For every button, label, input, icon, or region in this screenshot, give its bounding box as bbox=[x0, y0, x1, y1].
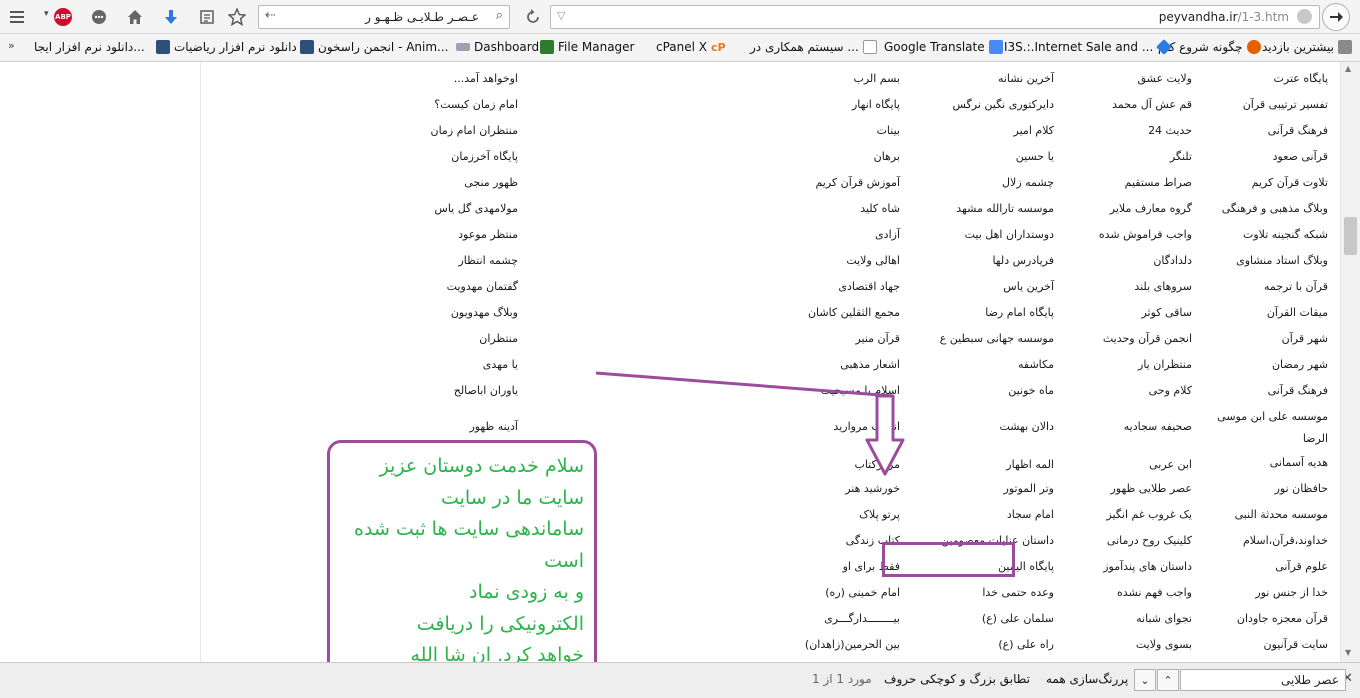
find-previous-button[interactable]: ⌃ bbox=[1157, 669, 1179, 691]
bookmark-label: دانلود نرم افزار ریاضیات bbox=[174, 40, 297, 54]
site-identity-icon[interactable] bbox=[1297, 9, 1312, 24]
file-manager-icon bbox=[540, 40, 554, 54]
bookmark-label: انجمن راسخون - Anim... bbox=[318, 40, 449, 54]
bookmark-label: دانلود نرم افزار ایجا... bbox=[34, 40, 145, 54]
search-value: عـصـر طـلایـی ظـهـو ر bbox=[365, 10, 479, 24]
bookmark-label: بیشترین بازدید bbox=[1262, 40, 1334, 54]
reload-icon bbox=[527, 9, 539, 23]
page-icon bbox=[862, 40, 877, 54]
reading-list-button[interactable] bbox=[196, 6, 218, 28]
bookmark-label: Dashboard bbox=[474, 40, 540, 54]
chat-button[interactable] bbox=[88, 6, 110, 28]
find-bar: ✕ عصر طلایی ⌃ ⌄ پررنگ‌سازی همه تطابق بزر… bbox=[0, 662, 1360, 698]
bookmark-label: I3S.:.Internet Sale and ... bbox=[1004, 40, 1154, 54]
rasekhoon-icon bbox=[300, 40, 314, 54]
page-scrollbar[interactable]: ▲ ▼ bbox=[1340, 62, 1360, 662]
folder-icon bbox=[1337, 40, 1352, 54]
search-clear-icon[interactable]: ⇠ bbox=[265, 8, 276, 23]
page-content: پایگاه عترت تفسیر ترتیبی قرآن فرهنگ قرآنی ق… bbox=[0, 62, 1340, 662]
bookmark-label: File Manager bbox=[558, 40, 635, 54]
search-bar[interactable]: ⇠ عـصـر طـلایـی ظـهـو ر ⌕ bbox=[258, 5, 510, 29]
find-status: مورد 1 از 1 bbox=[812, 672, 872, 686]
highlight-all-checkbox[interactable]: پررنگ‌سازی همه bbox=[1046, 672, 1128, 686]
match-case-checkbox[interactable]: تطابق بزرگ و کوچکی حروف bbox=[884, 672, 1030, 686]
reload-button[interactable] bbox=[522, 6, 544, 28]
bookmark-label: cPanel X bbox=[656, 40, 708, 54]
download-icon bbox=[165, 10, 177, 24]
home-icon bbox=[128, 10, 142, 24]
find-next-button[interactable]: ⌄ bbox=[1134, 669, 1156, 691]
url-text: peyvandha.ir/1-3.htm bbox=[1159, 10, 1289, 24]
cpanel-icon: cP bbox=[711, 40, 726, 54]
bookmark-item[interactable]: File Manager bbox=[540, 40, 635, 54]
chevron-up-icon: ⌃ bbox=[1163, 673, 1173, 687]
forward-button[interactable] bbox=[1322, 3, 1350, 31]
home-button[interactable] bbox=[124, 6, 146, 28]
bookmark-label: Google Translate bbox=[884, 40, 985, 54]
bookmark-item[interactable]: I3S.:.Internet Sale and ... bbox=[1004, 39, 1173, 55]
scroll-thumb[interactable] bbox=[1344, 217, 1357, 255]
firefox-icon bbox=[1246, 40, 1261, 54]
find-input[interactable]: عصر طلایی bbox=[1180, 669, 1346, 691]
browser-toolbar: ▾ ABP ⇠ عـصـر طـلایـی ظـهـو ر ⌕ ▽ peyvan… bbox=[0, 0, 1360, 34]
url-history-dropdown-icon[interactable]: ▽ bbox=[557, 9, 565, 22]
star-icon bbox=[228, 8, 246, 26]
bookmark-star-button[interactable] bbox=[226, 6, 248, 28]
bookmarks-overflow-icon[interactable]: » bbox=[8, 39, 15, 52]
url-path: /1-3.htm bbox=[1237, 10, 1289, 24]
search-icon[interactable]: ⌕ bbox=[496, 8, 503, 23]
bookmark-item[interactable]: انجمن راسخون - Anim... bbox=[300, 40, 449, 54]
reading-list-icon bbox=[200, 10, 214, 24]
bookmark-item[interactable]: cPanel X cP bbox=[656, 40, 726, 54]
url-domain: peyvandha.ir bbox=[1158, 10, 1238, 24]
bookmark-item[interactable]: سیستم همکاری در ... bbox=[750, 40, 877, 54]
dashboard-icon bbox=[456, 43, 470, 51]
bookmark-item[interactable]: Google Translate bbox=[884, 40, 1003, 54]
scroll-down-icon[interactable]: ▼ bbox=[1345, 648, 1351, 657]
bookmark-item[interactable]: بیشترین بازدید bbox=[1262, 40, 1352, 54]
adblock-plus-button[interactable]: ABP bbox=[54, 8, 72, 26]
forward-arrow-icon bbox=[1330, 12, 1343, 22]
bookmark-item[interactable]: دانلود نرم افزار ایجا... bbox=[34, 40, 145, 54]
hamburger-icon bbox=[10, 11, 24, 23]
bookmark-item[interactable]: چگونه شروع کنم bbox=[1158, 40, 1261, 54]
chevron-down-icon: ⌄ bbox=[1140, 673, 1150, 687]
hamburger-menu-button[interactable] bbox=[6, 6, 28, 28]
bookmark-label: سیستم همکاری در ... bbox=[750, 40, 859, 54]
bookmarks-toolbar: » بیشترین بازدید چگونه شروع کنم I3S.:.In… bbox=[0, 34, 1360, 62]
url-bar[interactable]: ▽ peyvandha.ir/1-3.htm bbox=[550, 5, 1320, 29]
translate-icon bbox=[988, 40, 1003, 54]
download-site-icon bbox=[156, 40, 170, 54]
cube-icon bbox=[1156, 39, 1173, 55]
bookmark-item[interactable]: Dashboard bbox=[456, 40, 539, 54]
downloads-button[interactable] bbox=[160, 6, 182, 28]
bookmark-item[interactable]: دانلود نرم افزار ریاضیات bbox=[156, 40, 297, 54]
scroll-up-icon[interactable]: ▲ bbox=[1345, 64, 1351, 73]
chat-icon bbox=[92, 10, 106, 24]
callout-arrow bbox=[595, 371, 905, 476]
abp-dropdown-icon[interactable]: ▾ bbox=[44, 9, 49, 19]
